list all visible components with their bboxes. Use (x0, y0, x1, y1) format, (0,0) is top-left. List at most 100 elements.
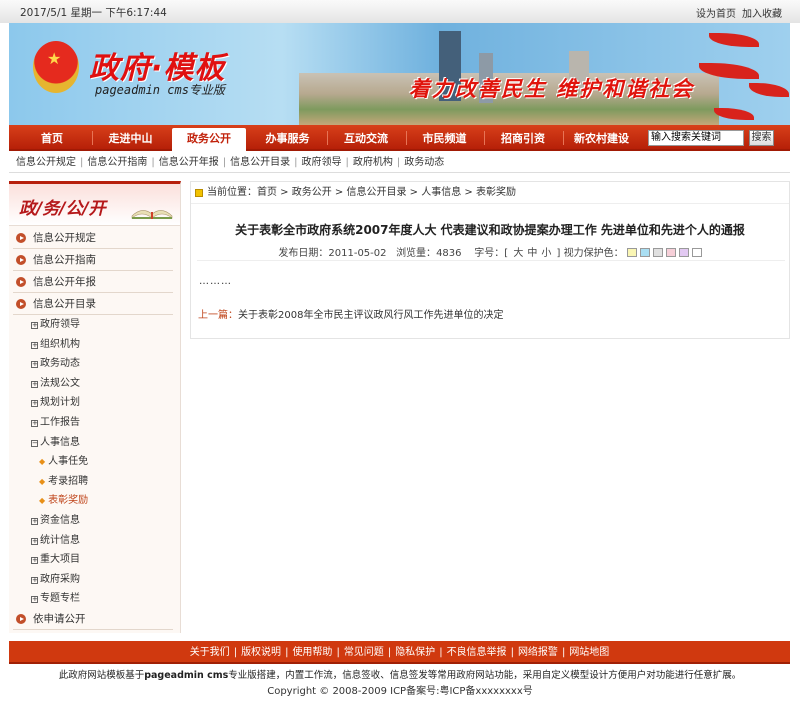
footer-description: 此政府网站模板基于pageadmin cms专业版搭建，内置工作流，信息签收、信… (0, 667, 800, 681)
catalog-item-after-3[interactable]: + 政府采购 (31, 570, 80, 590)
font-size-bracket: ] (556, 248, 561, 259)
font-large-button[interactable]: 大 (513, 248, 523, 259)
nav-item-0[interactable]: 首页 (15, 125, 89, 151)
eye-color-swatch-3[interactable] (665, 248, 676, 257)
slogan: 着力改善民生 维护和谐社会 (409, 77, 695, 101)
separator: | (151, 157, 155, 168)
subnav-item-6[interactable]: 政务动态 (404, 157, 444, 168)
search-button[interactable]: 搜索 (749, 130, 774, 146)
nav-item-7[interactable]: 新农村建设 (565, 125, 639, 151)
catalog-item-after-2[interactable]: + 重大项目 (31, 550, 80, 570)
banner: ★ 政府·模板 pageadmin cms专业版 着力改善民生 维护和谐社会 (9, 23, 790, 125)
expand-icon: + (31, 536, 38, 545)
sidebar-item-1[interactable]: 信息公开指南 (13, 249, 173, 271)
prev-article-link[interactable]: 关于表彰2008年全市民主评议政风行风工作先进单位的决定 (238, 310, 503, 321)
catalog-item-2[interactable]: + 政务动态 (31, 354, 80, 374)
collapse-icon: − (31, 438, 38, 447)
sidebar-title: 政/务/公/开 (19, 199, 106, 219)
eye-color-swatch-1[interactable] (639, 248, 650, 257)
sidebar-item-last[interactable]: 依申请公开 (13, 608, 173, 630)
catalog-item-4[interactable]: + 规划计划 (31, 393, 80, 413)
subnav-item-3[interactable]: 信息公开目录 (230, 157, 290, 168)
eye-color-swatch-4[interactable] (678, 248, 689, 257)
expand-icon: + (31, 340, 38, 349)
nav-separator (405, 131, 407, 145)
font-size-label: 字号：[ (474, 248, 509, 259)
expand-icon: + (31, 419, 38, 427)
footer-link-2[interactable]: 使用帮助 (292, 647, 332, 658)
nav-item-2[interactable]: 政务公开 (172, 128, 246, 152)
expand-icon: + (31, 399, 38, 408)
expand-icon: + (31, 517, 38, 525)
sidebar-item-3[interactable]: 信息公开目录 (13, 293, 173, 315)
breadcrumb-separator: > (461, 187, 476, 198)
separator: | (396, 157, 401, 168)
expand-icon: + (31, 360, 38, 369)
eye-color-swatch-2[interactable] (652, 248, 663, 257)
footer-nav: 关于我们 | 版权说明 | 使用帮助 | 常见问题 | 隐私保护 | 不良信息举报 | 网络报警 | 网站地… (9, 641, 790, 664)
subnav-item-1[interactable]: 信息公开指南 (87, 157, 147, 168)
catalog-item-label: 人事信息 (40, 436, 80, 448)
datetime: 2017/5/1 星期一 下午6:17:44 (20, 7, 167, 19)
search-input[interactable]: 输入搜索关键词 (648, 130, 744, 146)
font-small-button[interactable]: 小 (541, 248, 551, 259)
sub-item-1[interactable]: ◆ 考录招聘 (39, 472, 88, 492)
sub-item-2[interactable]: ◆ 表彰奖励 (39, 491, 88, 511)
catalog-item-after-4[interactable]: + 专题专栏 (31, 589, 80, 609)
eye-color-swatch-0[interactable] (626, 248, 637, 257)
breadcrumb-item-0[interactable]: 首页 (257, 187, 277, 198)
footer-link-5[interactable]: 不良信息举报 (447, 647, 507, 658)
catalog-item-1[interactable]: + 组织机构 (31, 335, 80, 355)
set-home-link[interactable]: 设为首页 (696, 9, 736, 20)
sidebar-item-2[interactable]: 信息公开年报 (13, 271, 173, 293)
arrow-circle-icon (16, 233, 26, 243)
subnav-item-4[interactable]: 政府领导 (302, 157, 342, 168)
nav-item-6[interactable]: 招商引资 (486, 125, 560, 151)
font-medium-button[interactable]: 中 (527, 248, 537, 259)
subnav-item-5[interactable]: 政府机构 (353, 157, 393, 168)
logo-subtitle: pageadmin cms专业版 (95, 83, 225, 97)
publish-date: 2011-05-02 (328, 248, 387, 259)
breadcrumb-item-3[interactable]: 人事信息 (421, 187, 461, 198)
nav-separator (562, 131, 564, 145)
article-meta: 发布日期：2011-05-02 浏览量：4836 字号：[ 大中小 ] 视力保护… (191, 244, 789, 259)
arrow-circle-icon (16, 299, 26, 309)
book-icon (131, 210, 173, 219)
catalog-item-expanded[interactable]: − 人事信息 (31, 433, 80, 453)
separator: | (80, 157, 84, 168)
desc-text: 专业版搭建，内置工作流，信息签收、信息签发等常用政府网站功能，采用自定义模型设计… (228, 670, 742, 681)
catalog-item-label: 统计信息 (40, 534, 80, 546)
desc-text: 此政府网站模板基于 (58, 670, 145, 681)
subnav-item-0[interactable]: 信息公开规定 (16, 157, 76, 168)
catalog-item-5[interactable]: + 工作报告 (31, 413, 80, 433)
nav-item-4[interactable]: 互动交流 (329, 125, 403, 151)
add-favorite-link[interactable]: 加入收藏 (742, 9, 782, 20)
article-panel: 当前位置：首页 > 政务公开 > 信息公开目录 > 人事信息 > 表彰奖励 关于… (190, 181, 790, 339)
catalog-item-3[interactable]: + 法规公文 (31, 374, 80, 394)
sidebar-item-0[interactable]: 信息公开规定 (13, 227, 173, 249)
footer-link-1[interactable]: 版权说明 (241, 647, 281, 658)
breadcrumb-item-4[interactable]: 表彰奖励 (476, 187, 516, 198)
eye-color-swatch-5[interactable] (691, 248, 702, 257)
breadcrumb-item-1[interactable]: 政务公开 (292, 187, 332, 198)
footer-link-6[interactable]: 网络报警 (518, 647, 558, 658)
footer-link-7[interactable]: 网站地图 (569, 647, 609, 658)
footer-link-0[interactable]: 关于我们 (190, 647, 230, 658)
sub-item-0[interactable]: ◆ 人事任免 (39, 452, 88, 472)
nav-item-1[interactable]: 走进中山 (94, 125, 168, 151)
sub-item-label: 表彰奖励 (48, 495, 89, 507)
top-bar: 2017/5/1 星期一 下午6:17:44 设为首页 加入收藏 (0, 0, 800, 23)
catalog-item-after-0[interactable]: + 资金信息 (31, 511, 80, 531)
catalog-item-0[interactable]: + 政府领导 (31, 315, 80, 335)
catalog-item-after-1[interactable]: + 统计信息 (31, 531, 80, 551)
separator: | (222, 157, 227, 168)
subnav-item-2[interactable]: 信息公开年报 (159, 157, 219, 168)
footer-link-4[interactable]: 隐私保护 (395, 647, 435, 658)
sidebar: 政/务/公/开 信息公开规定 信息公开指南 信息公开年报 信息公开目录 + 政府领导 + 组织… (9, 181, 181, 633)
breadcrumb-item-2[interactable]: 信息公开目录 (347, 187, 407, 198)
catalog-item-label: 政府采购 (40, 573, 80, 585)
nav-item-5[interactable]: 市民频道 (408, 125, 482, 151)
nav-item-3[interactable]: 办事服务 (251, 125, 325, 151)
footer-link-3[interactable]: 常见问题 (344, 647, 384, 658)
prev-label: 上一篇： (198, 310, 238, 321)
